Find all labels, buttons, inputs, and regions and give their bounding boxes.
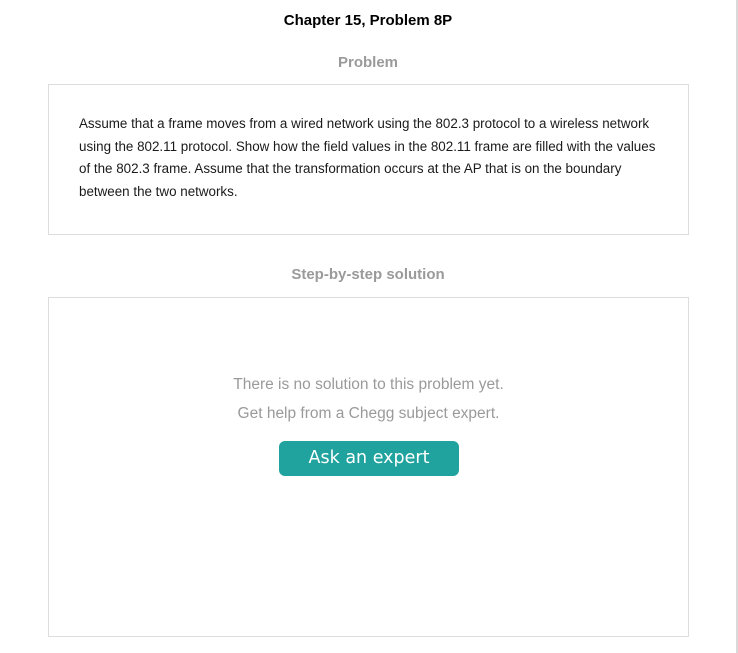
chapter-title: Chapter 15, Problem 8P [283, 12, 453, 29]
solution-card: There is no solution to this problem yet… [48, 297, 689, 637]
ask-expert-button[interactable]: Ask an expert [279, 441, 459, 476]
problem-card: Assume that a frame moves from a wired n… [48, 84, 689, 235]
expert-help-message: Get help from a Chegg subject expert. [237, 405, 500, 422]
problem-heading: Problem [337, 54, 398, 71]
problem-text: Assume that a frame moves from a wired n… [79, 116, 656, 199]
no-solution-message: There is no solution to this problem yet… [233, 376, 504, 393]
solution-heading: Step-by-step solution [291, 266, 445, 283]
